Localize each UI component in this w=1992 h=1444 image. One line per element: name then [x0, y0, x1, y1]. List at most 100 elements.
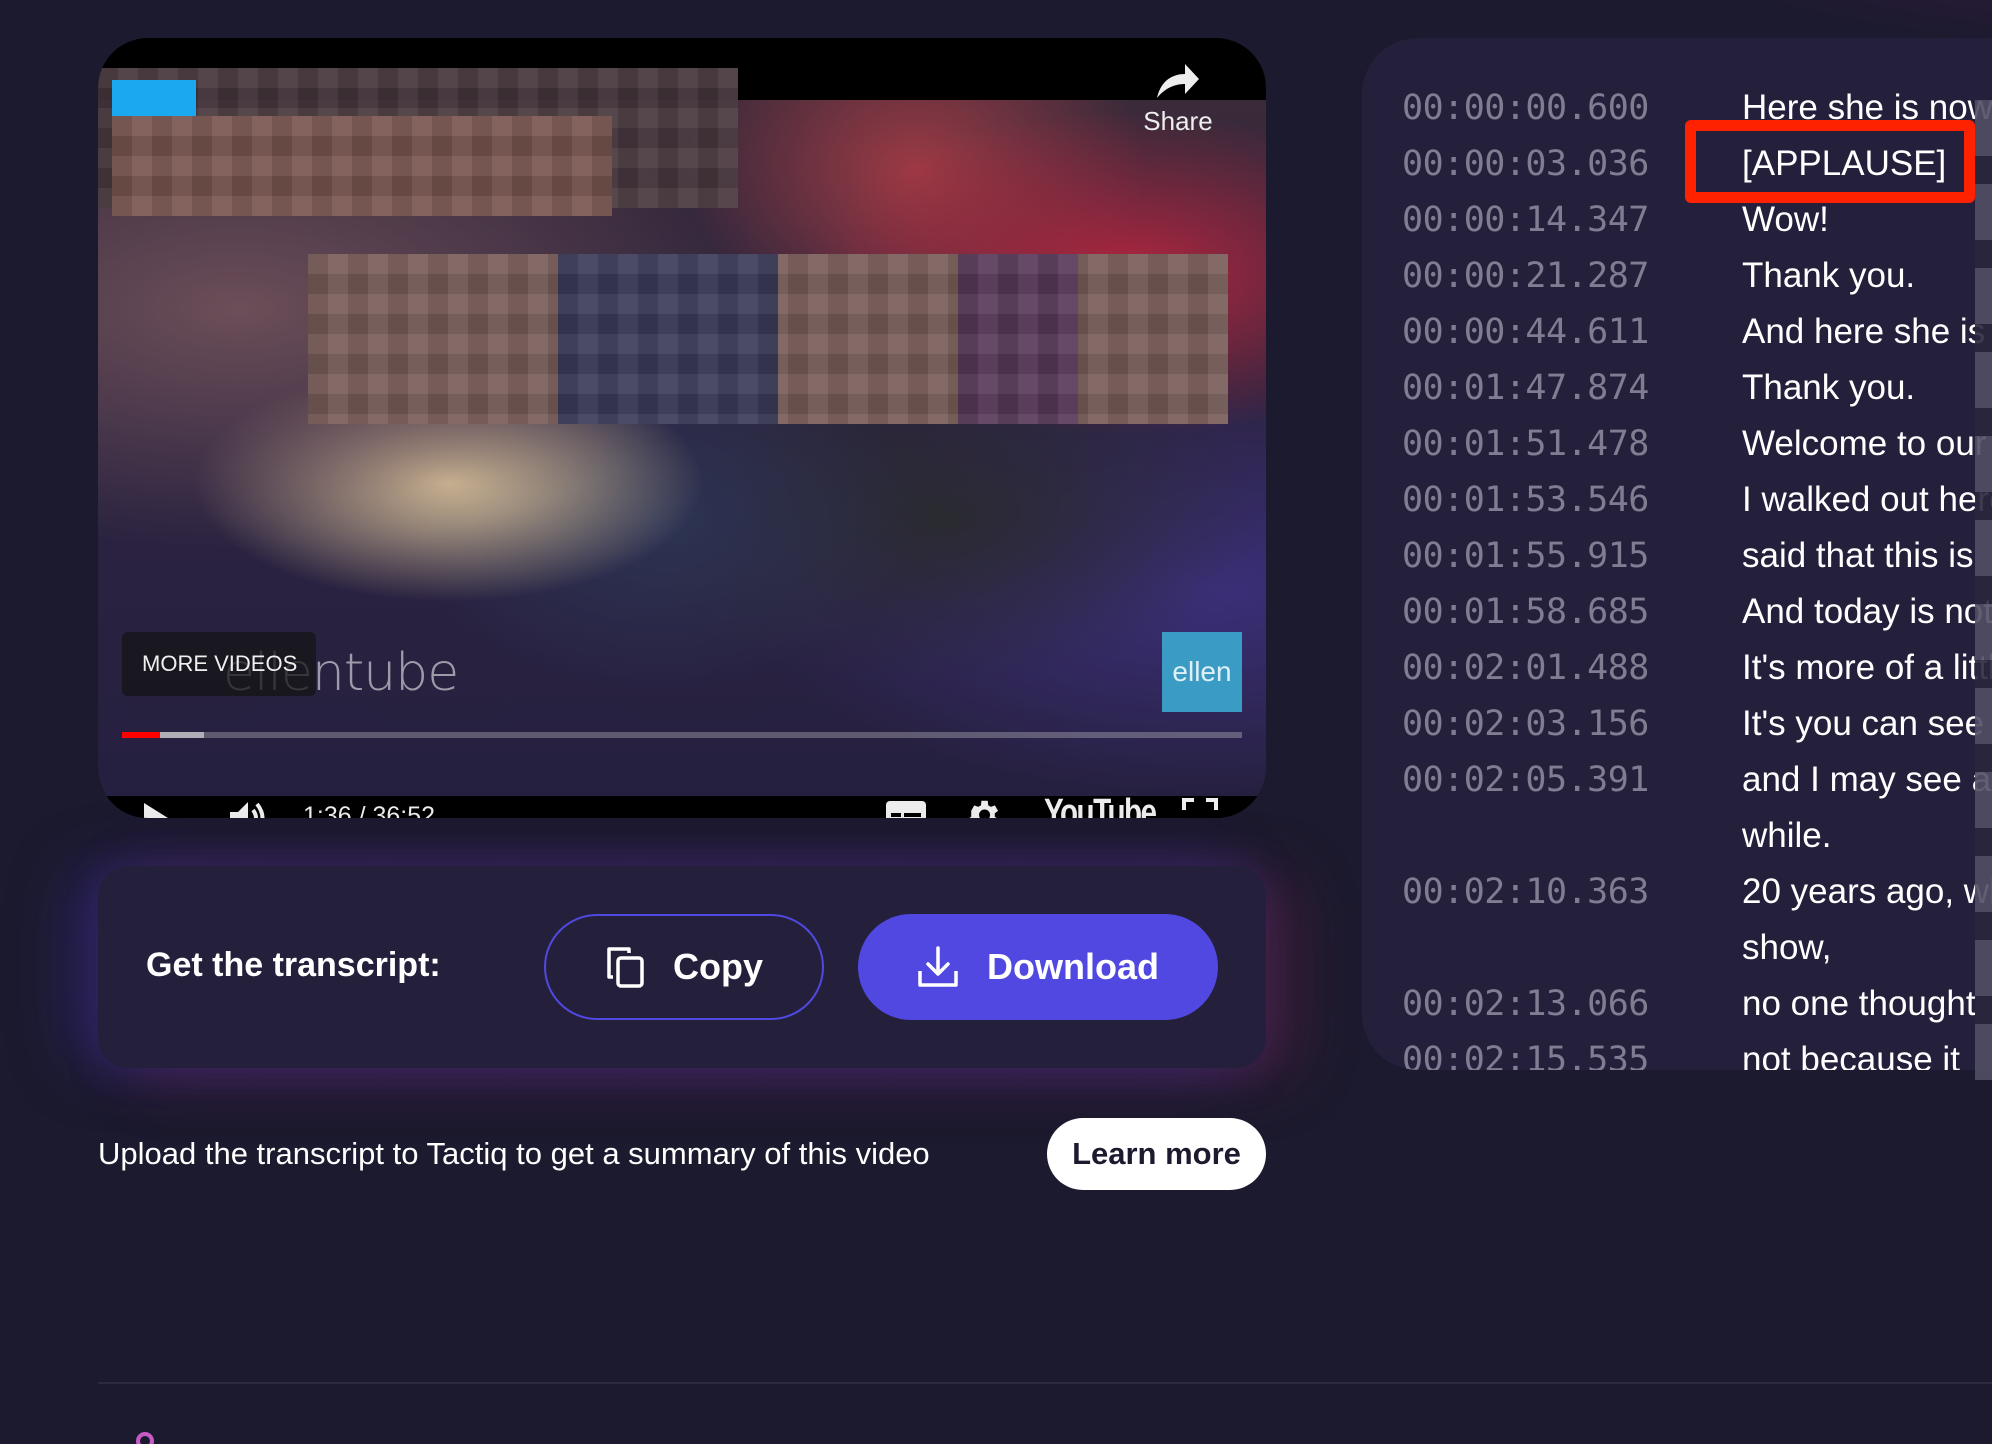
share-button[interactable]: Share	[1138, 62, 1218, 152]
transcript-timestamp[interactable]: 00:02:10.363	[1402, 864, 1742, 920]
transcript-text-line: I walked out here	[1742, 480, 1992, 519]
transcript-row[interactable]: 00:00:21.287 Thank you.	[1402, 248, 1992, 304]
transcript-timestamp[interactable]: 00:00:21.287	[1402, 248, 1742, 304]
footer-divider	[98, 1382, 1992, 1384]
transcript-timestamp[interactable]: 00:02:05.391	[1402, 752, 1742, 808]
transcript-text: Wow!	[1742, 192, 1992, 248]
transcript-text-line: Welcome to our	[1742, 424, 1987, 463]
copy-icon	[607, 947, 644, 988]
transcript-text-line: Wow!	[1742, 200, 1829, 239]
transcript-timestamp[interactable]: 00:00:44.611	[1402, 304, 1742, 360]
transcript-text-line: Thank you.	[1742, 368, 1916, 407]
share-label: Share	[1143, 106, 1213, 136]
transcript-row[interactable]: 00:02:13.066 no one thought	[1402, 976, 1992, 1032]
transcript-text-line: said that this is	[1742, 536, 1974, 575]
share-arrow-icon	[1157, 64, 1199, 98]
transcript-timestamp[interactable]: 00:02:03.156	[1402, 696, 1742, 752]
gear-icon	[969, 800, 999, 818]
transcript-text: Welcome to our	[1742, 416, 1992, 472]
youtube-logo[interactable]: YouTube	[1044, 792, 1157, 818]
transcript-text: no one thought	[1742, 976, 1992, 1032]
play-icon	[144, 803, 168, 818]
blurred-region	[958, 254, 1078, 424]
copy-label: Copy	[673, 946, 763, 987]
transcript-text: And here she is	[1742, 304, 1992, 360]
transcript-timestamp[interactable]: 00:02:15.535	[1402, 1032, 1742, 1070]
transcript-text: It's more of a little	[1742, 640, 1992, 696]
transcript-text: [APPLAUSE]	[1742, 136, 1992, 192]
transcript-row[interactable]: 00:02:10.36320 years ago, when show,	[1402, 864, 1992, 976]
progress-played	[122, 732, 161, 738]
transcript-text: 20 years ago, when show,	[1742, 864, 1992, 976]
scrollbar-edge[interactable]	[1975, 100, 1992, 1080]
transcript-row[interactable]: 00:01:55.915 said that this is	[1402, 528, 1992, 584]
upload-promo-text: Upload the transcript to Tactiq to get a…	[98, 1136, 930, 1171]
transcript-text: Here she is now	[1742, 80, 1992, 136]
transcript-row[interactable]: 00:01:47.874 Thank you.	[1402, 360, 1992, 416]
transcript-row[interactable]: 00:02:05.391 and I may see a while.	[1402, 752, 1992, 864]
transcript-row[interactable]: 00:00:00.600 Here she is now	[1402, 80, 1992, 136]
transcript-text-line: [APPLAUSE]	[1742, 144, 1947, 183]
transcript-timestamp[interactable]: 00:01:55.915	[1402, 528, 1742, 584]
transcript-timestamp[interactable]: 00:01:53.546	[1402, 472, 1742, 528]
transcript-text: Thank you.	[1742, 360, 1992, 416]
transcript-actions-card: Get the transcript: Copy Download	[98, 866, 1266, 1068]
get-transcript-label: Get the transcript:	[146, 946, 441, 984]
fullscreen-icon	[1182, 798, 1218, 810]
transcript-timestamp[interactable]: 00:00:00.600	[1402, 80, 1742, 136]
progress-bar[interactable]	[122, 732, 1242, 738]
transcript-timestamp[interactable]: 00:01:51.478	[1402, 416, 1742, 472]
transcript-timestamp[interactable]: 00:02:01.488	[1402, 640, 1742, 696]
transcript-text: and I may see a while.	[1742, 752, 1992, 864]
transcript-text: said that this is	[1742, 528, 1992, 584]
transcript-row[interactable]: 00:00:14.347 Wow!	[1402, 192, 1992, 248]
transcript-text: not because it	[1742, 1032, 1992, 1070]
transcript-timestamp[interactable]: 00:01:58.685	[1402, 584, 1742, 640]
transcript-timestamp[interactable]: 00:00:03.036	[1402, 136, 1742, 192]
transcript-text: I walked out here	[1742, 472, 1992, 528]
learn-more-button[interactable]: Learn more	[1047, 1118, 1266, 1190]
play-button[interactable]	[136, 798, 176, 818]
transcript-panel[interactable]: 00:00:00.600 Here she is now 00:00:03.036[…	[1362, 38, 1992, 1070]
more-videos-button[interactable]: MORE VIDEOS	[122, 632, 316, 696]
time-display: 1:36 / 36:52	[303, 802, 436, 818]
transcript-timestamp[interactable]: 00:02:13.066	[1402, 976, 1742, 1032]
transcript-text-line: It's you can see	[1742, 704, 1985, 743]
transcript-text: Thank you.	[1742, 248, 1992, 304]
transcript-row[interactable]: 00:01:53.546 I walked out here	[1402, 472, 1992, 528]
transcript-row[interactable]: 00:02:15.535 not because it	[1402, 1032, 1992, 1070]
transcript-row[interactable]: 00:00:44.611 And here she is	[1402, 304, 1992, 360]
transcript-text-line: It's more of a little	[1742, 648, 1992, 687]
fullscreen-button[interactable]	[1180, 796, 1220, 818]
volume-button[interactable]	[226, 796, 270, 818]
download-icon	[918, 946, 958, 987]
transcript-text-line: And today is not	[1742, 592, 1992, 631]
transcript-row[interactable]: 00:02:01.488 It's more of a little	[1402, 640, 1992, 696]
transcript-text-line: while.	[1742, 816, 1832, 855]
transcript-text: And today is not	[1742, 584, 1992, 640]
transcript-row[interactable]: 00:01:51.478 Welcome to our	[1402, 416, 1992, 472]
blurred-region	[558, 254, 778, 424]
download-label: Download	[987, 946, 1159, 987]
transcript-text-line: And here she is	[1742, 312, 1986, 351]
channel-logo[interactable]: ellen	[1162, 632, 1242, 712]
transcript-row[interactable]: 00:02:03.156 It's you can see	[1402, 696, 1992, 752]
player-controls: 1:36 / 36:52 YouTube	[98, 792, 1266, 818]
transcript-row[interactable]: 00:01:58.685 And today is not	[1402, 584, 1992, 640]
transcript-text-line: Thank you.	[1742, 256, 1916, 295]
transcript-row[interactable]: 00:00:03.036 [APPLAUSE]	[1402, 136, 1992, 192]
copy-button[interactable]: Copy	[544, 914, 824, 1020]
settings-button[interactable]	[962, 794, 1004, 818]
captions-button[interactable]	[884, 796, 928, 818]
video-player[interactable]: Share ellentube MORE VIDEOS ellen 1:36 /…	[98, 38, 1266, 818]
transcript-text-line: no one thought	[1742, 984, 1976, 1023]
transcript-timestamp[interactable]: 00:01:47.874	[1402, 360, 1742, 416]
transcript-text-line: Here she is now	[1742, 88, 1992, 127]
download-button[interactable]: Download	[858, 914, 1218, 1020]
blurred-region	[112, 116, 612, 216]
footer-logo-icon	[136, 1432, 154, 1444]
transcript-list: 00:00:00.600 Here she is now 00:00:03.036[…	[1402, 80, 1992, 1070]
transcript-text-line: show,	[1742, 928, 1832, 967]
transcript-text: It's you can see	[1742, 696, 1992, 752]
transcript-timestamp[interactable]: 00:00:14.347	[1402, 192, 1742, 248]
